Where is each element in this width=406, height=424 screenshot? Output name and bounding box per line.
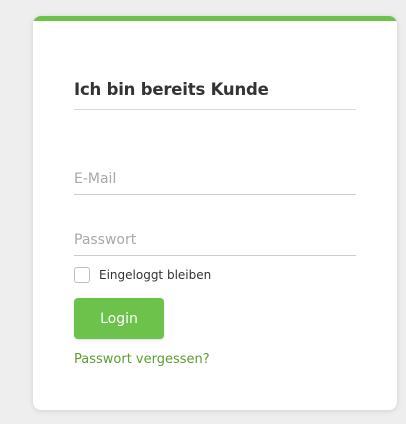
remember-me-option[interactable]: Eingeloggt bleiben bbox=[74, 266, 211, 284]
card-accent-bar bbox=[33, 16, 397, 21]
forgot-password-link[interactable]: Passwort vergessen? bbox=[74, 352, 210, 367]
remember-me-label: Eingeloggt bleiben bbox=[99, 268, 212, 282]
page: Ich bin bereits Kunde Eingeloggt bleiben… bbox=[0, 0, 406, 424]
title-divider bbox=[74, 109, 356, 110]
email-field[interactable] bbox=[74, 164, 356, 195]
login-card: Ich bin bereits Kunde Eingeloggt bleiben… bbox=[33, 16, 397, 410]
password-field[interactable] bbox=[74, 225, 356, 256]
login-title: Ich bin bereits Kunde bbox=[74, 80, 269, 99]
remember-me-checkbox[interactable] bbox=[74, 267, 90, 283]
login-button[interactable]: Login bbox=[74, 298, 164, 339]
